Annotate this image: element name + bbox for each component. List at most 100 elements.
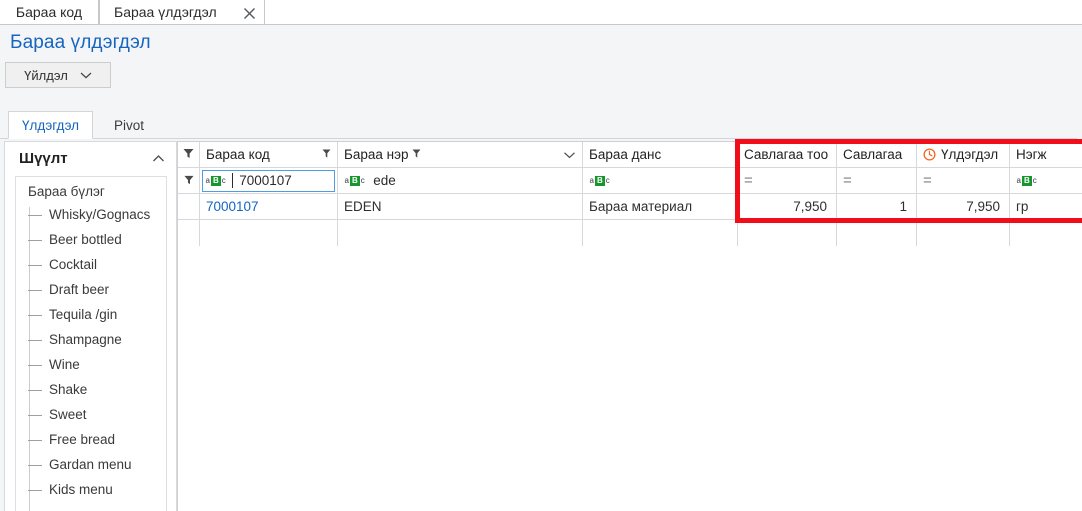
blank-cell xyxy=(917,220,1010,246)
abc-text-filter-icon[interactable]: aBc xyxy=(344,175,365,186)
tree-item-label: Cocktail xyxy=(49,257,98,272)
table-row[interactable]: 7000107 EDEN Бараа материал 7,950 1 7,95… xyxy=(178,194,1082,220)
tree-branch-icon xyxy=(28,489,42,491)
blank-cell xyxy=(1010,220,1082,246)
equals-operator-icon[interactable]: = xyxy=(843,173,852,188)
grid-header-baraa-dans[interactable]: Бараа данс xyxy=(583,142,738,168)
grid-blank-row xyxy=(178,220,1082,246)
close-icon[interactable] xyxy=(240,4,258,22)
grid-header-filter-cell[interactable] xyxy=(178,142,200,168)
equals-operator-icon[interactable]: = xyxy=(923,173,932,188)
filter-cell-negj[interactable]: aBc xyxy=(1010,168,1082,194)
funnel-small-icon xyxy=(412,147,421,162)
sub-tab-bar: Үлдэгдэл Pivot xyxy=(0,111,1082,139)
tree-item-label: Kids menu xyxy=(49,482,113,497)
tree-item-label: Whisky/Gognacs xyxy=(49,207,151,222)
abc-text-filter-icon[interactable]: aBc xyxy=(589,175,610,186)
window-tab-label: Бараа код xyxy=(15,4,83,20)
filter-value: 7000107 xyxy=(232,173,292,188)
funnel-icon xyxy=(183,147,194,162)
tree-item-sweet[interactable]: Sweet xyxy=(28,402,87,427)
filter-cell-baraa-dans[interactable]: aBc xyxy=(583,168,738,194)
tree-item-label: Gardan menu xyxy=(49,457,132,472)
filter-cell-baraa-ner[interactable]: aBc ede xyxy=(338,168,583,194)
product-balance-grid: Бараа код Бараа нэр Бараа данс Савлагаа … xyxy=(177,141,1082,511)
cell-baraa-ner[interactable]: EDEN xyxy=(338,194,583,220)
grid-header-negj[interactable]: Нэгж xyxy=(1010,142,1082,168)
tree-item-label: Draft beer xyxy=(49,282,110,297)
tree-item-label: Free bread xyxy=(49,432,116,447)
tree-item-label: Sweet xyxy=(49,407,87,422)
filter-sidebar-title: Шүүлт xyxy=(19,150,68,167)
grid-header-label: Савлагаа xyxy=(843,147,903,162)
tree-item-cocktail[interactable]: Cocktail xyxy=(28,252,97,277)
sub-tab-rail xyxy=(0,138,1082,139)
window-tab-strip: Бараа код Бараа үлдэгдэл xyxy=(0,0,1082,25)
chevron-down-icon xyxy=(80,71,92,79)
grid-filter-row: aBc 7000107 aBc ede aBc = = = a B c xyxy=(178,168,1082,194)
blank-cell xyxy=(200,220,338,246)
action-dropdown-button[interactable]: Үйлдэл xyxy=(5,62,111,88)
tree-branch-icon xyxy=(28,464,42,466)
cell-savlagaa[interactable]: 1 xyxy=(837,194,917,220)
grid-header-baraa-ner[interactable]: Бараа нэр xyxy=(338,142,583,168)
cell-negj[interactable]: гр xyxy=(1010,194,1082,220)
tree-item-wine[interactable]: Wine xyxy=(28,352,80,377)
abc-text-filter-icon[interactable]: aBc xyxy=(205,175,226,186)
window-tab-baraa-kod[interactable]: Бараа код xyxy=(0,0,99,25)
grid-header-uldegdel[interactable]: Үлдэгдэл xyxy=(917,142,1010,168)
tab-pivot[interactable]: Pivot xyxy=(103,111,155,139)
tree-item-shake[interactable]: Shake xyxy=(28,377,87,402)
tree-item-draft-beer[interactable]: Draft beer xyxy=(28,277,109,302)
grid-header-savlagaa-too[interactable]: Савлагаа тоо xyxy=(738,142,837,168)
filter-row-toggle[interactable] xyxy=(178,168,200,194)
tree-item-tequila-gin[interactable]: Tequila /gin xyxy=(28,302,117,327)
cell-baraa-dans[interactable]: Бараа материал xyxy=(583,194,738,220)
tree-item-whisky-gognacs[interactable]: Whisky/Gognacs xyxy=(28,202,150,227)
filter-cell-uldegdel[interactable]: = xyxy=(917,168,1010,194)
funnel-icon xyxy=(183,173,194,188)
filter-cell-savlagaa-too[interactable]: = xyxy=(738,168,837,194)
tab-uldegdel[interactable]: Үлдэгдэл xyxy=(8,111,93,139)
tree-branch-icon xyxy=(28,439,42,441)
tree-branch-icon xyxy=(28,389,42,391)
tree-item-label: Shampagne xyxy=(49,332,122,347)
page-title: Бараа үлдэгдэл xyxy=(10,32,151,53)
grid-header-label: Бараа код xyxy=(206,147,270,162)
tree-branch-icon xyxy=(28,414,42,416)
tree-branch-icon xyxy=(28,239,42,241)
tree-branch-icon xyxy=(28,339,42,341)
filter-sidebar: Шүүлт Бараа бүлэг Whisky/Gognacs Beer bo… xyxy=(4,141,177,511)
tree-item-label: Beer bottled xyxy=(49,232,122,247)
grid-header-baraa-kod[interactable]: Бараа код xyxy=(200,142,338,168)
cell-savlagaa-too[interactable]: 7,950 xyxy=(738,194,837,220)
tree-item-beer-bottled[interactable]: Beer bottled xyxy=(28,227,122,252)
tree-item-gardan-menu[interactable]: Gardan menu xyxy=(28,452,132,477)
grid-header-savlagaa[interactable]: Савлагаа xyxy=(837,142,917,168)
cell-uldegdel[interactable]: 7,950 xyxy=(917,194,1010,220)
sub-tab-label: Pivot xyxy=(113,117,144,133)
chevron-up-icon[interactable] xyxy=(150,151,166,167)
tree-branch-icon xyxy=(28,364,42,366)
tree-branch-icon xyxy=(28,314,42,316)
grid-header-label: Бараа нэр xyxy=(344,147,409,162)
window-right-margin xyxy=(1077,25,1082,141)
blank-cell xyxy=(583,220,738,246)
abc-text-filter-icon[interactable]: aBc xyxy=(1016,175,1037,186)
chevron-down-icon[interactable] xyxy=(563,151,576,159)
tree-item-free-bread[interactable]: Free bread xyxy=(28,427,115,452)
sub-tab-label: Үлдэгдэл xyxy=(21,117,80,133)
tree-root-label: Бараа бүлэг xyxy=(28,184,105,199)
cell-baraa-kod[interactable]: 7000107 xyxy=(200,194,338,220)
tree-item-shampagne[interactable]: Shampagne xyxy=(28,327,122,352)
search-input[interactable]: aBc 7000107 xyxy=(202,169,335,192)
filter-cell-baraa-kod[interactable]: aBc 7000107 xyxy=(200,168,338,194)
blank-cell xyxy=(338,220,583,246)
row-indicator-cell xyxy=(178,194,200,220)
grid-header-row: Бараа код Бараа нэр Бараа данс Савлагаа … xyxy=(178,142,1082,168)
equals-operator-icon[interactable]: = xyxy=(744,173,753,188)
clock-icon xyxy=(923,148,936,161)
filter-cell-savlagaa[interactable]: = xyxy=(837,168,917,194)
tab-strip-empty-area xyxy=(265,0,1082,25)
tree-item-kids-menu[interactable]: Kids menu xyxy=(28,477,113,502)
